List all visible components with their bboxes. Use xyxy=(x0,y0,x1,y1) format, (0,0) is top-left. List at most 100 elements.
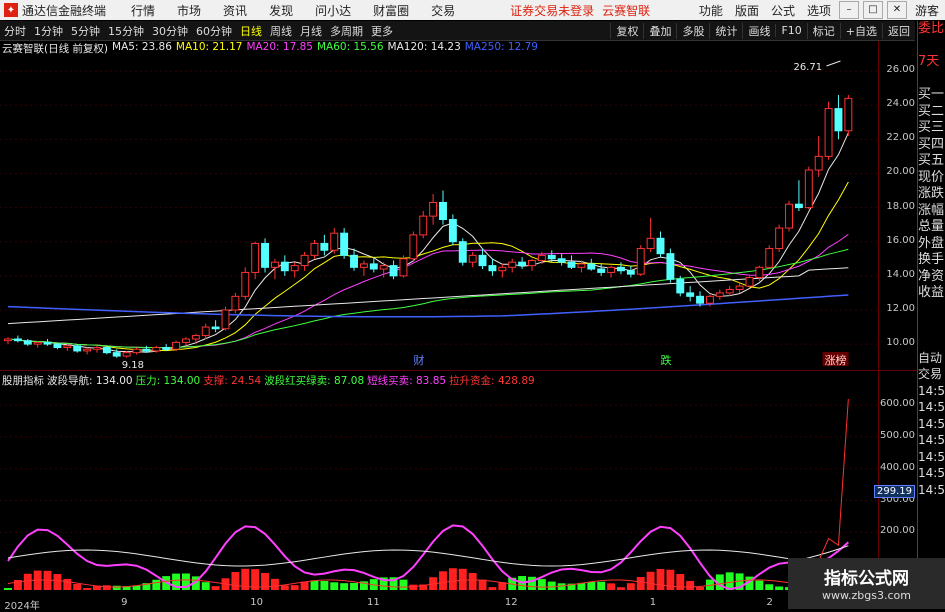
candle-body xyxy=(162,347,171,350)
side-tail-0: 自动 xyxy=(918,350,943,365)
timeframe-8[interactable]: 月线 xyxy=(300,23,322,39)
maximize-icon[interactable]: □ xyxy=(862,1,883,19)
menu-wealth[interactable]: 财富圈 xyxy=(373,2,409,19)
tool-button-7[interactable]: +自选 xyxy=(839,22,882,39)
menu-layout[interactable]: 版面 xyxy=(735,2,759,19)
tool-button-4[interactable]: 画线 xyxy=(742,22,775,39)
candle-body xyxy=(369,263,378,270)
side-item-3[interactable] xyxy=(918,71,945,88)
tool-button-3[interactable]: 统计 xyxy=(709,22,742,39)
wave-bar xyxy=(270,578,279,590)
candle-body xyxy=(745,277,754,287)
side-tail-1: 交易 xyxy=(918,367,943,381)
title-bar: ✦ 通达信金融终端 行情 市场 资讯 发现 问小达 财富圈 交易 证券交易未登录… xyxy=(0,0,945,20)
candle-body xyxy=(429,201,438,217)
side-item-13[interactable]: 外盘 xyxy=(918,236,945,253)
side-item-14[interactable]: 换手 xyxy=(918,252,945,269)
side-item-12[interactable]: 总量 xyxy=(918,219,945,236)
timeframe-6[interactable]: 日线 xyxy=(240,23,262,39)
menu-quotes[interactable]: 行情 xyxy=(131,2,155,19)
side-item-6[interactable]: 买三 xyxy=(918,120,945,137)
marker-cai[interactable]: 财 xyxy=(413,353,424,367)
side-item-8[interactable]: 买五 xyxy=(918,153,945,170)
ind-tick-0: 600.00 xyxy=(880,398,915,410)
side-item-5[interactable]: 买二 xyxy=(918,104,945,121)
side-item-2[interactable]: 7天 xyxy=(918,54,945,71)
timeframe-4[interactable]: 30分钟 xyxy=(152,23,188,39)
ma20-line xyxy=(7,233,849,349)
side-item-11[interactable]: 涨幅 xyxy=(918,203,945,220)
timeframe-9[interactable]: 多周期 xyxy=(330,23,363,39)
marker-die[interactable]: 跌 xyxy=(661,353,672,367)
wave-bar xyxy=(488,587,497,590)
wave-bar xyxy=(83,587,92,590)
wave-bar xyxy=(73,584,82,590)
tool-button-5[interactable]: F10 xyxy=(775,24,806,37)
menu-options[interactable]: 选项 xyxy=(807,2,831,19)
side-item-1[interactable] xyxy=(918,38,945,55)
side-item-9[interactable]: 现价 xyxy=(918,170,945,187)
menu-ask[interactable]: 问小达 xyxy=(315,2,351,19)
timeframe-1[interactable]: 1分钟 xyxy=(34,23,63,39)
side-item-7[interactable]: 买四 xyxy=(918,137,945,154)
marker-zhangbang[interactable]: 涨榜 xyxy=(825,353,847,367)
date-label-4: 12 xyxy=(504,597,518,608)
candle-body xyxy=(251,242,260,273)
minimize-icon[interactable]: – xyxy=(838,1,859,19)
wave-bar xyxy=(626,583,635,590)
tool-button-1[interactable]: 叠加 xyxy=(643,22,676,39)
tool-button-8[interactable]: 返回 xyxy=(882,22,915,39)
timeframe-10[interactable]: 更多 xyxy=(371,23,393,39)
menu-trade[interactable]: 交易 xyxy=(431,2,455,19)
login-warning[interactable]: 证券交易未登录 xyxy=(510,2,594,19)
side-tail-4: 14:56 xyxy=(918,416,945,431)
wave-bar xyxy=(775,586,784,590)
candle-body xyxy=(409,234,418,260)
candle-body xyxy=(765,248,774,268)
candle-body xyxy=(577,263,586,268)
indicator-chart[interactable] xyxy=(0,386,878,596)
date-label-1: 9 xyxy=(121,597,128,608)
side-item-15[interactable]: 净资 xyxy=(918,269,945,286)
candle-body xyxy=(379,265,388,270)
wave-bar xyxy=(597,581,606,590)
side-item-0[interactable]: 委比 xyxy=(918,21,945,38)
timeframe-0[interactable]: 分时 xyxy=(4,23,26,39)
menu-discover[interactable]: 发现 xyxy=(269,2,293,19)
timeframe-7[interactable]: 周线 xyxy=(270,23,292,39)
timeframe-3[interactable]: 15分钟 xyxy=(108,23,144,39)
candle-body xyxy=(804,169,813,209)
menu-function[interactable]: 功能 xyxy=(699,2,723,19)
menu-news[interactable]: 资讯 xyxy=(223,2,247,19)
menu-formula[interactable]: 公式 xyxy=(771,2,795,19)
price-tick-6: 14.00 xyxy=(886,268,915,280)
tool-button-6[interactable]: 标记 xyxy=(806,22,840,39)
candle-body xyxy=(181,338,190,343)
date-label-3: 11 xyxy=(367,597,380,608)
wave-bar xyxy=(448,568,457,590)
candle-body xyxy=(814,155,823,171)
candle-body xyxy=(587,263,596,270)
side-item-16[interactable]: 收益 xyxy=(918,285,945,302)
low-label: 9.18 xyxy=(122,360,144,368)
user-label[interactable]: 游客 xyxy=(915,2,939,19)
menu-market[interactable]: 市场 xyxy=(177,2,201,19)
candlestick-chart[interactable]: 26.71 9.18 财 跌 涨榜 xyxy=(0,54,878,368)
app-logo-icon: ✦ xyxy=(4,3,18,17)
close-icon[interactable]: ✕ xyxy=(886,1,907,19)
timeframe-toolbar: 分时 1分钟 5分钟 15分钟 30分钟 60分钟 日线 周线 月线 多周期 更多 复权 叠加 多股 统计画… xyxy=(0,21,915,41)
price-tick-3: 20.00 xyxy=(886,166,915,178)
app-title: 通达信金融终端 xyxy=(22,3,107,18)
timeframe-5[interactable]: 60分钟 xyxy=(196,23,232,39)
candle-body xyxy=(656,237,665,255)
watermark-url: www.zbgs3.com xyxy=(822,589,911,602)
candle-body xyxy=(518,261,527,267)
timeframe-2[interactable]: 5分钟 xyxy=(71,23,100,39)
tool-button-2[interactable]: 多股 xyxy=(676,22,709,39)
side-item-10[interactable]: 涨跌 xyxy=(918,186,945,203)
wave-bar xyxy=(765,584,774,590)
tool-button-0[interactable]: 复权 xyxy=(610,22,643,39)
side-item-4[interactable]: 买一 xyxy=(918,87,945,104)
candle-body xyxy=(468,254,477,263)
wave-bar xyxy=(636,576,645,590)
